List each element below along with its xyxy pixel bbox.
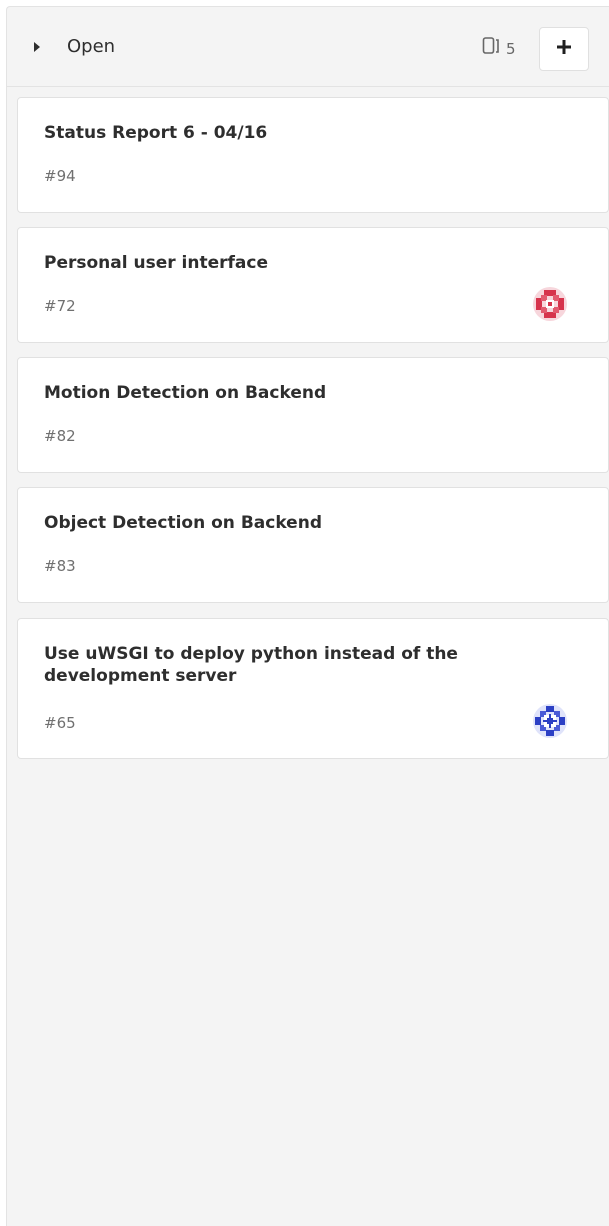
issue-card-ref: #83 <box>44 557 76 575</box>
issue-card[interactable]: Motion Detection on Backend #82 <box>17 357 609 473</box>
assignee-avatar[interactable] <box>532 703 568 739</box>
issue-card[interactable]: Personal user interface #72 <box>17 227 609 343</box>
issue-card[interactable]: Object Detection on Backend #83 <box>17 487 609 603</box>
issue-card-ref: #72 <box>44 297 76 315</box>
issue-card[interactable]: Status Report 6 - 04/16 #94 <box>17 97 609 213</box>
plus-icon <box>556 39 572 59</box>
column-header: Open 5 <box>7 7 609 87</box>
column-title: Open <box>67 36 116 57</box>
add-issue-button[interactable] <box>539 27 589 71</box>
caret-right-icon[interactable] <box>29 39 45 55</box>
issue-card-title[interactable]: Status Report 6 - 04/16 <box>44 122 514 144</box>
issue-card-title[interactable]: Personal user interface <box>44 252 514 274</box>
blue-identicon-icon <box>533 704 567 738</box>
issue-card-ref: #82 <box>44 427 76 445</box>
assignee-avatar[interactable] <box>532 286 568 322</box>
issue-card-title[interactable]: Use uWSGI to deploy python instead of th… <box>44 643 514 687</box>
board-column-open: Open 5 Status Report 6 - 04/16 #94 Perso… <box>6 6 609 1226</box>
red-identicon-icon <box>533 287 567 321</box>
issue-count-badge: 5 <box>482 36 516 62</box>
issue-count: 5 <box>506 40 516 58</box>
issue-card-title[interactable]: Object Detection on Backend <box>44 512 514 534</box>
issue-card[interactable]: Use uWSGI to deploy python instead of th… <box>17 618 609 759</box>
issues-icon <box>482 36 500 62</box>
issue-card-ref: #65 <box>44 714 76 732</box>
issue-card-ref: #94 <box>44 167 76 185</box>
issue-card-title[interactable]: Motion Detection on Backend <box>44 382 514 404</box>
